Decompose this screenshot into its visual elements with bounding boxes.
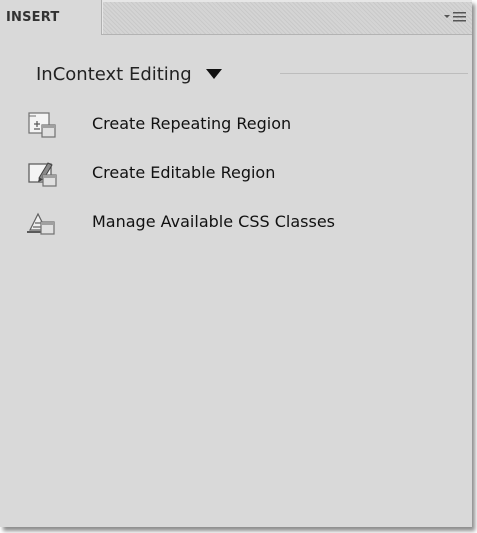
create-repeating-region-label: Create Repeating Region <box>92 114 292 133</box>
tab-insert-label: INSERT <box>6 10 60 25</box>
category-dropdown[interactable]: InContext Editing <box>36 59 222 89</box>
create-editable-region-item[interactable]: Create Editable Region <box>0 155 472 195</box>
insert-panel: INSERT InContext Editing Create Repeatin… <box>0 0 472 527</box>
manage-css-classes-label: Manage Available CSS Classes <box>92 212 335 231</box>
css-classes-icon <box>27 212 55 235</box>
manage-css-classes-item[interactable]: Manage Available CSS Classes <box>0 204 472 244</box>
create-editable-region-label: Create Editable Region <box>92 163 276 182</box>
tab-bar-filler <box>103 2 472 34</box>
category-dropdown-label: InContext Editing <box>36 63 192 85</box>
panel-options-menu-icon[interactable] <box>442 10 468 24</box>
create-repeating-region-item[interactable]: Create Repeating Region <box>0 106 472 146</box>
dropdown-arrow-icon <box>205 69 222 79</box>
tab-insert[interactable]: INSERT <box>0 0 102 35</box>
repeating-region-icon <box>28 112 56 138</box>
category-divider <box>280 73 468 74</box>
panel-tab-bar: INSERT <box>0 0 472 35</box>
editable-region-icon <box>28 162 57 187</box>
